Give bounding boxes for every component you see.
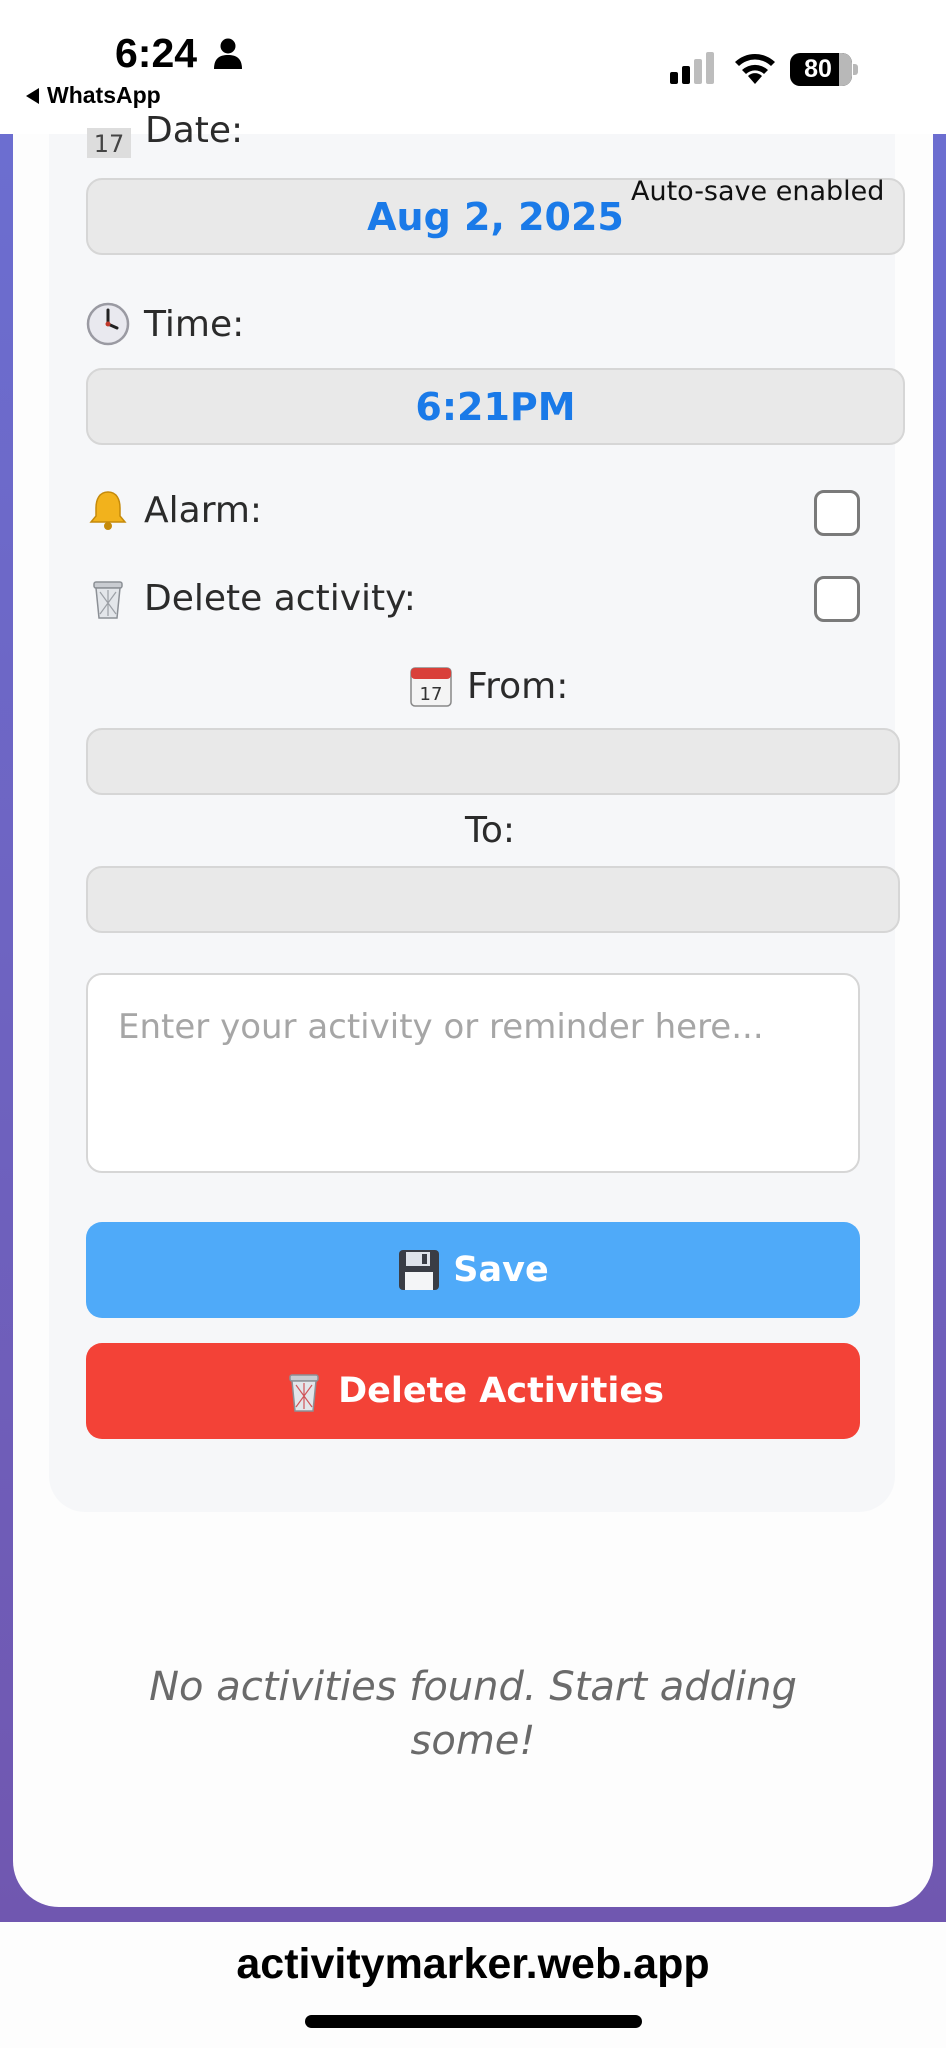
clock-icon <box>86 302 130 346</box>
date-label: Date: <box>145 110 244 151</box>
alarm-label: Alarm: <box>144 489 263 531</box>
empty-state-message: No activities found. Start adding some! <box>149 1664 797 1764</box>
activity-input[interactable]: Enter your activity or reminder here... <box>86 973 860 1173</box>
back-arrow-icon <box>26 87 39 104</box>
from-label-row: 17 From: <box>409 664 568 708</box>
clock: 6:24 <box>115 30 198 76</box>
person-icon <box>214 38 242 69</box>
wastebasket-icon <box>93 581 123 619</box>
time-field[interactable]: 6:21PM <box>86 368 905 445</box>
to-field[interactable] <box>86 866 900 933</box>
time-label-row: Time: <box>86 302 244 346</box>
time-label: Time: <box>144 303 245 345</box>
battery-percentage: 80 <box>804 55 832 83</box>
delete-activities-label: Delete Activities <box>338 1371 664 1411</box>
delete-activity-checkbox[interactable] <box>814 576 860 622</box>
save-button[interactable]: Save <box>86 1222 860 1318</box>
wastebasket-icon <box>289 1374 319 1412</box>
floppy-disk-icon <box>399 1250 440 1290</box>
cellular-signal-icon <box>670 52 714 84</box>
to-label: To: <box>465 810 516 851</box>
save-button-label: Save <box>453 1250 549 1290</box>
battery-indicator: 80 <box>790 53 858 86</box>
time-value: 6:21PM <box>415 384 576 429</box>
delete-activity-label: Delete activity: <box>144 577 416 619</box>
url-display[interactable]: activitymarker.web.app <box>0 1940 946 1989</box>
back-to-app-link[interactable]: WhatsApp <box>26 82 161 109</box>
svg-text:17: 17 <box>420 684 443 705</box>
bell-icon <box>89 491 127 530</box>
delete-activity-label-row: Delete activity: <box>86 576 416 620</box>
calendar-icon: 17 <box>87 128 131 158</box>
to-value <box>88 868 898 931</box>
alarm-checkbox[interactable] <box>814 490 860 536</box>
delete-activities-button[interactable]: Delete Activities <box>86 1343 860 1439</box>
to-label-row: To: <box>465 810 515 851</box>
status-bar: 6:24 WhatsApp 80 <box>0 0 946 134</box>
calendar-icon: 17 <box>410 667 452 707</box>
alarm-label-row: Alarm: <box>86 488 262 532</box>
wifi-icon <box>735 54 775 84</box>
from-value <box>88 730 898 793</box>
autosave-indicator: Auto-save enabled <box>631 176 885 207</box>
home-indicator[interactable] <box>305 2015 642 2028</box>
from-field[interactable] <box>86 728 900 795</box>
back-app-name: WhatsApp <box>47 82 161 108</box>
from-label: From: <box>467 665 569 707</box>
